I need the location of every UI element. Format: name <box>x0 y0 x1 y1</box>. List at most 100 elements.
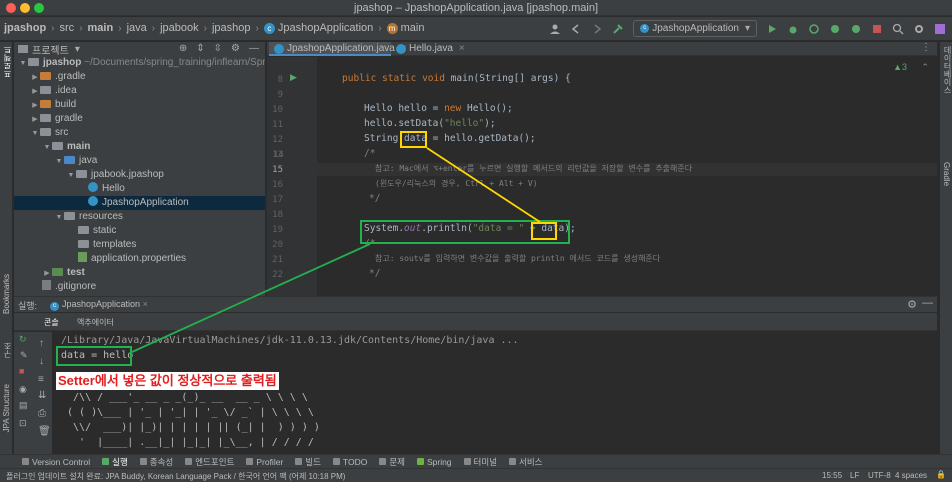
tree-item-root[interactable]: ▼ jpashop ~/Documents/spring_training/inf… <box>14 56 265 70</box>
minimize-icon[interactable]: — <box>922 297 933 309</box>
tool-terminal[interactable]: 터미널 <box>463 456 497 468</box>
database-tool-tab[interactable]: 데이터베이스 <box>942 46 952 94</box>
tool-problems[interactable]: 문제 <box>379 456 405 468</box>
project-tool-tab[interactable]: 프로젝트 <box>2 46 13 78</box>
back-arrow-icon[interactable] <box>570 23 582 35</box>
run-config-tab[interactable]: c JpashopApplication × <box>50 299 148 311</box>
chevron-down-icon[interactable]: ▼ <box>54 211 64 225</box>
gear-icon[interactable]: ⚙ <box>231 43 240 54</box>
tool-build[interactable]: 빌드 <box>295 456 321 468</box>
stop-icon[interactable] <box>871 23 883 35</box>
breadcrumb-item[interactable]: jpashop <box>212 22 251 34</box>
tree-item[interactable]: ▼ src <box>14 126 265 140</box>
tool-dependencies[interactable]: 종속성 <box>139 456 173 468</box>
tree-item[interactable]: templates <box>14 238 265 252</box>
tool-services[interactable]: 서비스 <box>509 456 542 468</box>
breadcrumb-item[interactable]: src <box>60 22 75 34</box>
tool-todo[interactable]: TODO <box>332 457 367 467</box>
tree-item[interactable]: static <box>14 224 265 238</box>
close-icon[interactable]: × <box>143 299 148 309</box>
more-tabs-icon[interactable]: ⋮ <box>921 42 931 53</box>
run-gutter-icon[interactable]: ▶ <box>290 72 297 83</box>
scroll-to-end-icon[interactable]: ⇊ <box>38 390 46 401</box>
jpa-structure-tool-tab[interactable]: JPA Structure <box>2 384 11 432</box>
scroll-down-icon[interactable]: ↓ <box>39 356 44 367</box>
chevron-down-icon[interactable]: ▾ <box>75 44 80 55</box>
tool-version-control[interactable]: Version Control <box>22 457 90 467</box>
chevron-down-icon[interactable]: ▼ <box>66 169 76 183</box>
user-icon[interactable] <box>549 23 561 35</box>
chevron-up-icon[interactable]: ⌃ <box>921 62 929 73</box>
chevron-right-icon[interactable]: ▶ <box>30 85 40 99</box>
structure-tool-tab[interactable]: 구조 <box>2 342 13 358</box>
tree-item[interactable]: ▶ gradle <box>14 112 265 126</box>
tool-profiler[interactable]: Profiler <box>246 457 283 467</box>
tab-hello[interactable]: Hello.java × <box>391 42 465 56</box>
tree-item[interactable]: ▼ main <box>14 140 265 154</box>
build-hammer-icon[interactable] <box>612 23 624 35</box>
scroll-up-icon[interactable]: ↑ <box>39 338 44 349</box>
wrench-icon[interactable]: ✎ <box>20 350 28 361</box>
expand-icon[interactable]: ⇕ <box>196 43 204 54</box>
run-configuration-select[interactable]: c JpashopApplication ▾ <box>633 20 757 37</box>
tree-item[interactable]: ▶ build <box>14 98 265 112</box>
gear-icon[interactable]: ⚙ <box>907 298 917 311</box>
coverage-icon[interactable] <box>808 23 820 35</box>
minimize-icon[interactable]: — <box>249 43 259 54</box>
pin-icon[interactable]: ⊡ <box>19 418 27 429</box>
stop-icon[interactable]: ■ <box>19 366 24 376</box>
tree-item[interactable]: application.properties <box>14 252 265 266</box>
chevron-down-icon[interactable]: ▼ <box>42 141 52 155</box>
layout-icon[interactable]: ▤ <box>19 400 28 411</box>
tab-actuator[interactable]: 액추에이터 <box>77 317 114 328</box>
lock-icon[interactable]: 🔒 <box>936 470 946 479</box>
debug-icon[interactable] <box>787 23 799 35</box>
locate-icon[interactable]: ⊕ <box>179 43 187 54</box>
chevron-right-icon[interactable]: ▶ <box>42 267 52 281</box>
tab-jpashopapplication[interactable]: JpashopApplication.java× <box>269 42 407 56</box>
tree-item[interactable]: ▼ jpabook.jpashop <box>14 168 265 182</box>
indent-setting[interactable]: 4 spaces <box>895 471 927 480</box>
tree-item-selected[interactable]: JpashopApplication <box>14 196 265 210</box>
tree-item[interactable]: .gitignore <box>14 280 265 294</box>
jetbrains-icon[interactable] <box>934 23 946 35</box>
chevron-down-icon[interactable]: ▼ <box>30 127 40 141</box>
tree-item[interactable]: ▼ resources <box>14 210 265 224</box>
profile-icon[interactable] <box>829 23 841 35</box>
bookmarks-tool-tab[interactable]: Bookmarks <box>2 274 11 314</box>
tree-item[interactable]: Hello <box>14 182 265 196</box>
tool-endpoints[interactable]: 엔드포인트 <box>185 456 234 468</box>
code-editor[interactable]: 8 ▶ 9 10 11 12 13 15 16 17 18 19 20 21 2… <box>267 57 937 296</box>
breadcrumb-item[interactable]: jpashop <box>4 22 46 34</box>
line-separator[interactable]: LF <box>850 471 859 480</box>
tree-item[interactable]: ▼ java <box>14 154 265 168</box>
forward-arrow-icon[interactable] <box>591 23 603 35</box>
breadcrumb-item[interactable]: JpashopApplication <box>278 22 373 34</box>
tree-item[interactable]: ▶ .idea <box>14 84 265 98</box>
settings-icon[interactable] <box>913 23 925 35</box>
breadcrumb-item[interactable]: main <box>401 22 425 34</box>
breadcrumb-item[interactable]: java <box>127 22 147 34</box>
console-output[interactable]: /Library/Java/JavaVirtualMachines/jdk-11… <box>53 332 937 454</box>
close-icon[interactable]: × <box>459 43 465 54</box>
chevron-right-icon[interactable]: ▶ <box>30 99 40 113</box>
trash-icon[interactable]: 🗑 <box>38 426 51 437</box>
chevron-right-icon[interactable]: ▶ <box>30 113 40 127</box>
chevron-down-icon[interactable]: ▼ <box>18 57 28 71</box>
more-run-icon[interactable] <box>850 23 862 35</box>
tree-item[interactable]: ▶ test <box>14 266 265 280</box>
chevron-down-icon[interactable]: ▼ <box>54 155 64 169</box>
camera-icon[interactable]: ◉ <box>19 384 27 395</box>
gradle-tool-tab[interactable]: Gradle <box>942 162 951 186</box>
tool-spring[interactable]: Spring <box>416 457 452 467</box>
print-icon[interactable]: ⎙ <box>38 408 46 419</box>
tool-run[interactable]: 실행 <box>102 456 128 468</box>
tree-item[interactable]: ▶ .gradle <box>14 70 265 84</box>
breadcrumb-item[interactable]: jpabook <box>160 22 199 34</box>
tab-console[interactable]: 콘솔 <box>44 317 59 328</box>
caret-position[interactable]: 15:55 <box>822 471 842 480</box>
search-icon[interactable] <box>892 23 904 35</box>
collapse-icon[interactable]: ⇳ <box>214 43 222 54</box>
chevron-right-icon[interactable]: ▶ <box>30 71 40 85</box>
file-encoding[interactable]: UTF-8 <box>868 471 891 480</box>
